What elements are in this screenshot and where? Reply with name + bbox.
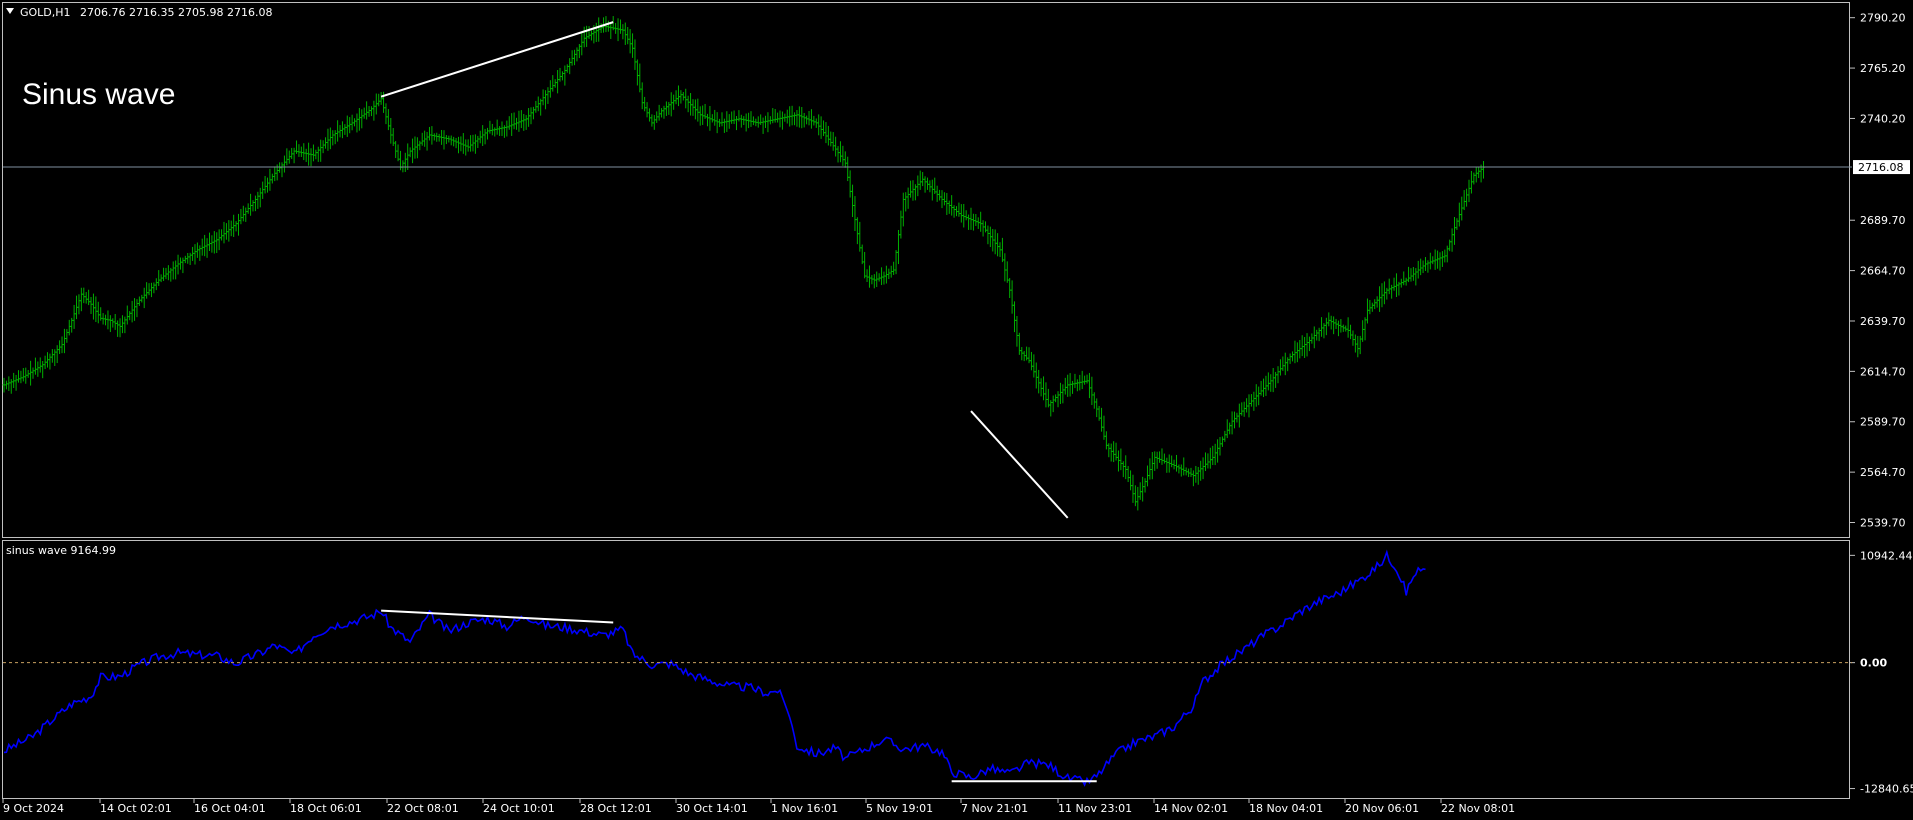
price-tick-label: 2689.70 <box>1860 214 1906 227</box>
time-tick-label: 11 Nov 23:01 <box>1058 802 1132 815</box>
time-tick-label: 24 Oct 10:01 <box>483 802 555 815</box>
time-tick-label: 18 Nov 04:01 <box>1249 802 1323 815</box>
indicator-tick-label: 10942.44 <box>1860 549 1913 562</box>
price-tick-label: 2740.20 <box>1860 112 1906 125</box>
time-tick-label: 7 Nov 21:01 <box>961 802 1028 815</box>
time-tick-label: 14 Oct 02:01 <box>100 802 172 815</box>
time-tick-label: 22 Nov 08:01 <box>1441 802 1515 815</box>
time-tick-label: 5 Nov 19:01 <box>866 802 933 815</box>
time-tick-label: 28 Oct 12:01 <box>580 802 652 815</box>
time-tick-label: 16 Oct 04:01 <box>194 802 266 815</box>
chart-canvas: 2790.20 2765.20 2740.20 2689.70 2664.70 2639.… <box>0 0 1913 820</box>
symbol-label: GOLD,H1 <box>20 6 71 19</box>
time-tick-label: 30 Oct 14:01 <box>676 802 748 815</box>
indicator-tick-label: -12840.65 <box>1860 783 1913 796</box>
indicator-tick-label: 0.00 <box>1860 657 1887 670</box>
price-tick-label: 2564.70 <box>1860 466 1906 479</box>
indicator-label: sinus wave 9164.99 <box>6 544 116 557</box>
price-tick-label: 2639.70 <box>1860 315 1906 328</box>
chart-overlay-title: Sinus wave <box>22 78 175 111</box>
current-price-label: 2716.08 <box>1858 161 1904 174</box>
price-tick-label: 2614.70 <box>1860 365 1906 378</box>
time-tick-label: 9 Oct 2024 <box>3 802 64 815</box>
price-tick-label: 2589.70 <box>1860 416 1906 429</box>
time-tick-label: 14 Nov 02:01 <box>1154 802 1228 815</box>
time-tick-label: 1 Nov 16:01 <box>771 802 838 815</box>
chart-background <box>0 0 1913 820</box>
time-tick-label: 18 Oct 06:01 <box>290 802 362 815</box>
ohlc-readout: 2706.76 2716.35 2705.98 2716.08 <box>80 6 272 19</box>
price-tick-label: 2539.70 <box>1860 517 1906 530</box>
price-tick-label: 2765.20 <box>1860 62 1906 75</box>
time-tick-label: 20 Nov 06:01 <box>1345 802 1419 815</box>
price-tick-label: 2664.70 <box>1860 265 1906 278</box>
time-tick-label: 22 Oct 08:01 <box>387 802 459 815</box>
price-tick-label: 2790.20 <box>1860 12 1906 25</box>
